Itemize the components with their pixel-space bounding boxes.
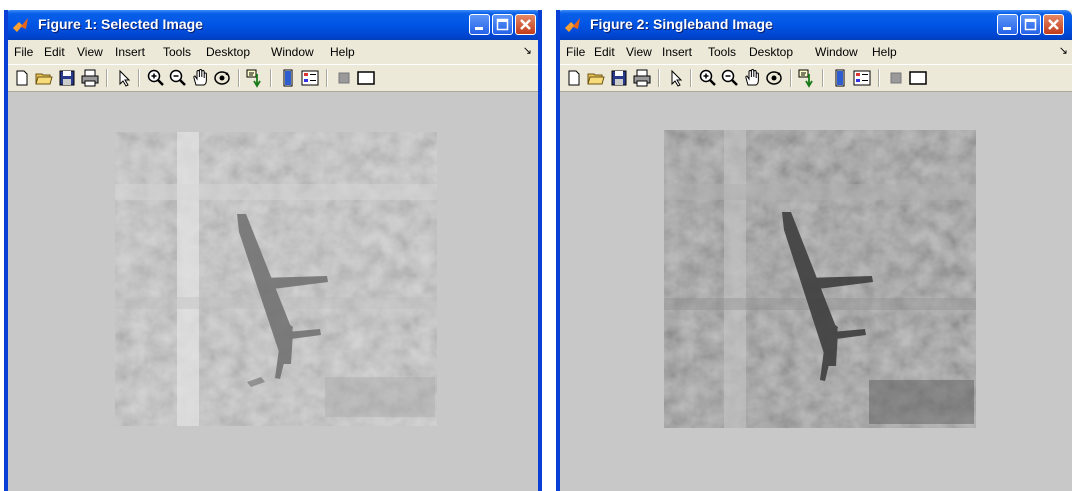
- menu-window[interactable]: Window: [271, 45, 314, 59]
- menu-help[interactable]: Help: [872, 45, 897, 59]
- singleband-airplane-image: [664, 130, 976, 428]
- hide-plot-tools-icon[interactable]: [886, 68, 906, 88]
- data-cursor-icon[interactable]: [797, 68, 817, 88]
- pan-icon[interactable]: [190, 68, 210, 88]
- menu-view[interactable]: View: [626, 45, 652, 59]
- menu-insert[interactable]: Insert: [115, 45, 145, 59]
- print-figure-icon[interactable]: [632, 68, 652, 88]
- toolbar-separator: [690, 69, 692, 87]
- zoom-in-icon[interactable]: [146, 68, 166, 88]
- open-file-icon[interactable]: [34, 68, 54, 88]
- maximize-icon: [496, 18, 509, 31]
- insert-colorbar-icon[interactable]: [830, 68, 850, 88]
- pan-icon[interactable]: [742, 68, 762, 88]
- minimize-button[interactable]: [997, 14, 1018, 35]
- figure-toolbar: [560, 64, 1072, 92]
- figure-canvas[interactable]: [560, 92, 1072, 491]
- toolbar-separator: [658, 69, 660, 87]
- window-title: Figure 2: Singleband Image: [590, 16, 773, 32]
- menu-bar: File Edit View Insert Tools Desktop Wind…: [8, 41, 538, 63]
- menu-overflow-arrow[interactable]: ↘: [1059, 44, 1068, 57]
- toolbar-separator: [326, 69, 328, 87]
- title-bar[interactable]: Figure 1: Selected Image: [8, 10, 538, 40]
- window-title: Figure 1: Selected Image: [38, 16, 203, 32]
- menu-window[interactable]: Window: [815, 45, 858, 59]
- toolbar-separator: [878, 69, 880, 87]
- menu-bar: File Edit View Insert Tools Desktop Wind…: [560, 41, 1072, 63]
- zoom-out-icon[interactable]: [168, 68, 188, 88]
- minimize-icon: [475, 27, 483, 30]
- close-button[interactable]: [1043, 14, 1064, 35]
- menu-help[interactable]: Help: [330, 45, 355, 59]
- maximize-button[interactable]: [492, 14, 513, 35]
- save-figure-icon[interactable]: [609, 68, 629, 88]
- toolbar-separator: [822, 69, 824, 87]
- title-bar[interactable]: Figure 2: Singleband Image: [560, 10, 1072, 40]
- menu-file[interactable]: File: [14, 45, 33, 59]
- menu-view[interactable]: View: [77, 45, 103, 59]
- menu-tools[interactable]: Tools: [163, 45, 191, 59]
- menu-desktop[interactable]: Desktop: [206, 45, 250, 59]
- menu-tools[interactable]: Tools: [708, 45, 736, 59]
- menu-insert[interactable]: Insert: [662, 45, 692, 59]
- edit-plot-icon[interactable]: [666, 68, 686, 88]
- print-figure-icon[interactable]: [80, 68, 100, 88]
- insert-legend-icon[interactable]: [300, 68, 320, 88]
- save-figure-icon[interactable]: [57, 68, 77, 88]
- minimize-icon: [1003, 27, 1011, 30]
- minimize-button[interactable]: [469, 14, 490, 35]
- matlab-logo-icon: [13, 18, 28, 32]
- menu-edit[interactable]: Edit: [594, 45, 615, 59]
- close-icon: [520, 19, 531, 30]
- rotate-3d-icon[interactable]: [764, 68, 784, 88]
- toolbar-separator: [270, 69, 272, 87]
- insert-colorbar-icon[interactable]: [278, 68, 298, 88]
- maximize-button[interactable]: [1020, 14, 1041, 35]
- close-icon: [1048, 19, 1059, 30]
- toolbar-separator: [238, 69, 240, 87]
- menu-file[interactable]: File: [566, 45, 585, 59]
- open-file-icon[interactable]: [586, 68, 606, 88]
- figure-canvas[interactable]: [8, 92, 538, 491]
- figure-2-window: Figure 2: Singleband Image File Edit Vie…: [556, 10, 1072, 491]
- menu-desktop[interactable]: Desktop: [749, 45, 793, 59]
- edit-plot-icon[interactable]: [114, 68, 134, 88]
- hide-plot-tools-icon[interactable]: [334, 68, 354, 88]
- maximize-icon: [1024, 18, 1037, 31]
- data-cursor-icon[interactable]: [245, 68, 265, 88]
- menu-edit[interactable]: Edit: [44, 45, 65, 59]
- menu-overflow-arrow[interactable]: ↘: [523, 44, 532, 57]
- rotate-3d-icon[interactable]: [212, 68, 232, 88]
- toolbar-separator: [106, 69, 108, 87]
- matlab-logo-icon: [565, 18, 580, 32]
- show-plot-tools-icon[interactable]: [356, 68, 376, 88]
- toolbar-separator: [138, 69, 140, 87]
- figure-1-window: Figure 1: Selected Image File Edit View …: [4, 10, 542, 491]
- insert-legend-icon[interactable]: [852, 68, 872, 88]
- zoom-out-icon[interactable]: [720, 68, 740, 88]
- aerial-airplane-image: [115, 132, 437, 426]
- new-figure-icon[interactable]: [564, 68, 584, 88]
- toolbar-separator: [790, 69, 792, 87]
- zoom-in-icon[interactable]: [698, 68, 718, 88]
- close-button[interactable]: [515, 14, 536, 35]
- figure-toolbar: [8, 64, 538, 92]
- show-plot-tools-icon[interactable]: [908, 68, 928, 88]
- new-figure-icon[interactable]: [12, 68, 32, 88]
